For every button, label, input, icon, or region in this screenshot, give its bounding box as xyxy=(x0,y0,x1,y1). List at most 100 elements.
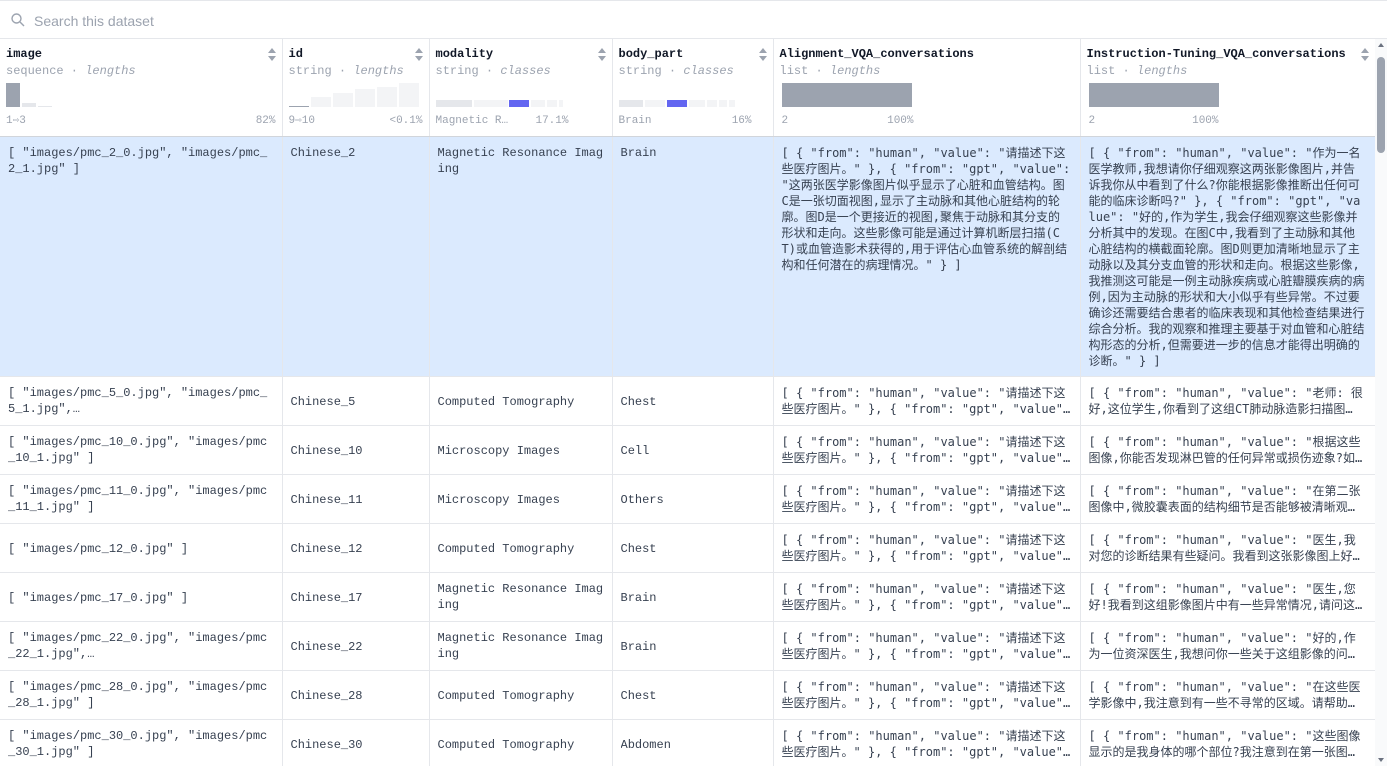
sort-icon[interactable] xyxy=(414,48,423,61)
cell-alignment-vqa[interactable]: [ { "from": "human", "value": "请描述下这些医疗图… xyxy=(773,474,1081,524)
cell-instruction-vqa[interactable]: [ { "from": "human", "value": "好的,作为一位资深… xyxy=(1080,621,1375,671)
table-row[interactable]: [ "images/pmc_17_0.jpg" ] Chinese_17 Mag… xyxy=(0,572,1375,622)
cell-body-part[interactable]: Chest xyxy=(612,523,774,573)
cell-instruction-vqa[interactable]: [ { "from": "human", "value": "这些图像显示的是我… xyxy=(1080,719,1375,766)
table-row[interactable]: [ "images/pmc_22_0.jpg", "images/pmc_22_… xyxy=(0,621,1375,671)
cell-image[interactable]: [ "images/pmc_12_0.jpg" ] xyxy=(0,523,283,573)
class-bar[interactable] xyxy=(644,100,665,107)
table-row[interactable]: [ "images/pmc_12_0.jpg" ] Chinese_12 Com… xyxy=(0,523,1375,573)
cell-body-part[interactable]: Chest xyxy=(612,670,774,720)
cell-alignment-vqa[interactable]: [ { "from": "human", "value": "请描述下这些医疗图… xyxy=(773,136,1081,377)
histogram-bar[interactable] xyxy=(1088,83,1219,107)
cell-image[interactable]: [ "images/pmc_22_0.jpg", "images/pmc_22_… xyxy=(0,621,283,671)
column-header-modality[interactable]: modality string · classes Magnetic R… 17… xyxy=(429,39,613,137)
cell-alignment-vqa[interactable]: [ { "from": "human", "value": "请描述下这些医疗图… xyxy=(773,572,1081,622)
cell-modality[interactable]: Microscopy Images xyxy=(429,425,613,475)
histogram-bar[interactable] xyxy=(38,106,52,107)
histogram-bar[interactable] xyxy=(332,93,353,107)
histogram-bar[interactable] xyxy=(398,83,419,107)
cell-image[interactable]: [ "images/pmc_28_0.jpg", "images/pmc_28_… xyxy=(0,670,283,720)
column-header-instruction-vqa[interactable]: Instruction-Tuning_VQA_conversations lis… xyxy=(1080,39,1375,137)
cell-image[interactable]: [ "images/pmc_11_0.jpg", "images/pmc_11_… xyxy=(0,474,283,524)
histogram-bar[interactable] xyxy=(781,83,912,107)
histogram-bar[interactable] xyxy=(288,106,309,107)
class-bar[interactable] xyxy=(546,100,557,107)
cell-modality[interactable]: Computed Tomography xyxy=(429,523,613,573)
class-bar[interactable] xyxy=(435,100,472,107)
class-bar[interactable] xyxy=(558,100,563,107)
class-bar[interactable] xyxy=(618,100,643,107)
cell-body-part[interactable]: Brain xyxy=(612,136,774,377)
cell-modality[interactable]: Computed Tomography xyxy=(429,376,613,426)
class-bar[interactable] xyxy=(718,100,727,107)
cell-instruction-vqa[interactable]: [ { "from": "human", "value": "医生,您好!我看到… xyxy=(1080,572,1375,622)
cell-id[interactable]: Chinese_28 xyxy=(282,670,430,720)
column-header-image[interactable]: image sequence · lengths 1⇨3 82% xyxy=(0,39,283,137)
vertical-scrollbar[interactable] xyxy=(1375,39,1387,766)
cell-body-part[interactable]: Cell xyxy=(612,425,774,475)
class-bar-highlight[interactable] xyxy=(508,100,529,107)
sort-icon[interactable] xyxy=(758,48,767,61)
histogram-bar[interactable] xyxy=(22,103,36,107)
table-row[interactable]: [ "images/pmc_28_0.jpg", "images/pmc_28_… xyxy=(0,670,1375,720)
search-input[interactable] xyxy=(34,9,634,33)
class-bar[interactable] xyxy=(728,100,735,107)
cell-id[interactable]: Chinese_11 xyxy=(282,474,430,524)
cell-id[interactable]: Chinese_10 xyxy=(282,425,430,475)
cell-id[interactable]: Chinese_5 xyxy=(282,376,430,426)
cell-id[interactable]: Chinese_22 xyxy=(282,621,430,671)
cell-body-part[interactable]: Brain xyxy=(612,572,774,622)
class-bar-highlight[interactable] xyxy=(666,100,687,107)
table-row[interactable]: [ "images/pmc_5_0.jpg", "images/pmc_5_1.… xyxy=(0,376,1375,426)
sort-icon[interactable] xyxy=(1360,48,1369,61)
cell-instruction-vqa[interactable]: [ { "from": "human", "value": "根据这些图像,你能… xyxy=(1080,425,1375,475)
cell-image[interactable]: [ "images/pmc_30_0.jpg", "images/pmc_30_… xyxy=(0,719,283,766)
cell-alignment-vqa[interactable]: [ { "from": "human", "value": "请描述下这些医疗图… xyxy=(773,376,1081,426)
cell-instruction-vqa[interactable]: [ { "from": "human", "value": "在第二张图像中,微… xyxy=(1080,474,1375,524)
cell-instruction-vqa[interactable]: [ { "from": "human", "value": "作为一名医学教师,… xyxy=(1080,136,1375,377)
cell-body-part[interactable]: Brain xyxy=(612,621,774,671)
table-row[interactable]: [ "images/pmc_30_0.jpg", "images/pmc_30_… xyxy=(0,719,1375,766)
cell-alignment-vqa[interactable]: [ { "from": "human", "value": "请描述下这些医疗图… xyxy=(773,621,1081,671)
cell-id[interactable]: Chinese_17 xyxy=(282,572,430,622)
cell-instruction-vqa[interactable]: [ { "from": "human", "value": "老师: 很好,这位… xyxy=(1080,376,1375,426)
cell-id[interactable]: Chinese_30 xyxy=(282,719,430,766)
sort-icon[interactable] xyxy=(597,48,606,61)
scrollbar-thumb[interactable] xyxy=(1377,57,1385,153)
cell-alignment-vqa[interactable]: [ { "from": "human", "value": "请描述下这些医疗图… xyxy=(773,719,1081,766)
table-row[interactable]: [ "images/pmc_2_0.jpg", "images/pmc_2_1.… xyxy=(0,136,1375,377)
cell-instruction-vqa[interactable]: [ { "from": "human", "value": "在这些医学影像中,… xyxy=(1080,670,1375,720)
class-bar[interactable] xyxy=(706,100,717,107)
cell-id[interactable]: Chinese_12 xyxy=(282,523,430,573)
cell-modality[interactable]: Magnetic Resonance Imaging xyxy=(429,572,613,622)
cell-modality[interactable]: Magnetic Resonance Imaging xyxy=(429,621,613,671)
sort-icon[interactable] xyxy=(267,48,276,61)
cell-instruction-vqa[interactable]: [ { "from": "human", "value": "医生,我对您的诊断… xyxy=(1080,523,1375,573)
cell-alignment-vqa[interactable]: [ { "from": "human", "value": "请描述下这些医疗图… xyxy=(773,425,1081,475)
table-row[interactable]: [ "images/pmc_10_0.jpg", "images/pmc_10_… xyxy=(0,425,1375,475)
cell-id[interactable]: Chinese_2 xyxy=(282,136,430,377)
class-bar[interactable] xyxy=(530,100,545,107)
cell-alignment-vqa[interactable]: [ { "from": "human", "value": "请描述下这些医疗图… xyxy=(773,670,1081,720)
cell-modality[interactable]: Magnetic Resonance Imaging xyxy=(429,136,613,377)
histogram-bar[interactable] xyxy=(6,83,20,107)
cell-alignment-vqa[interactable]: [ { "from": "human", "value": "请描述下这些医疗图… xyxy=(773,523,1081,573)
cell-image[interactable]: [ "images/pmc_2_0.jpg", "images/pmc_2_1.… xyxy=(0,136,283,377)
cell-modality[interactable]: Microscopy Images xyxy=(429,474,613,524)
cell-modality[interactable]: Computed Tomography xyxy=(429,670,613,720)
cell-body-part[interactable]: Chest xyxy=(612,376,774,426)
scroll-up-arrow-icon[interactable] xyxy=(1378,43,1384,47)
histogram-bar[interactable] xyxy=(310,97,331,107)
histogram-bar[interactable] xyxy=(376,87,397,107)
class-bar[interactable] xyxy=(473,100,508,107)
column-header-id[interactable]: id string · lengths 9⇨10 <0.1% xyxy=(282,39,430,137)
cell-image[interactable]: [ "images/pmc_5_0.jpg", "images/pmc_5_1.… xyxy=(0,376,283,426)
class-bar[interactable] xyxy=(688,100,705,107)
cell-body-part[interactable]: Others xyxy=(612,474,774,524)
cell-image[interactable]: [ "images/pmc_17_0.jpg" ] xyxy=(0,572,283,622)
table-row[interactable]: [ "images/pmc_11_0.jpg", "images/pmc_11_… xyxy=(0,474,1375,524)
cell-modality[interactable]: Computed Tomography xyxy=(429,719,613,766)
cell-image[interactable]: [ "images/pmc_10_0.jpg", "images/pmc_10_… xyxy=(0,425,283,475)
scroll-down-arrow-icon[interactable] xyxy=(1378,758,1384,762)
cell-body-part[interactable]: Abdomen xyxy=(612,719,774,766)
